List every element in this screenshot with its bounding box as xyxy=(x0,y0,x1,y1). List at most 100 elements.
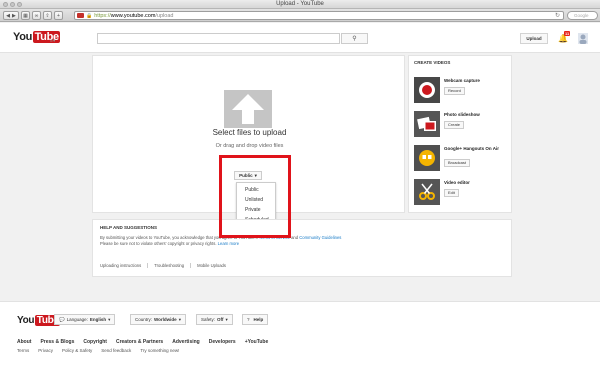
community-guidelines-link[interactable]: Community Guidelines xyxy=(299,235,341,240)
upload-arrow-icon[interactable] xyxy=(224,90,272,128)
url-host: www.youtube.com xyxy=(110,12,156,19)
reload-icon[interactable]: ↻ xyxy=(555,12,560,19)
create-item-name: Photo slideshow xyxy=(444,112,480,117)
webcam-thumbnail[interactable] xyxy=(414,77,440,103)
drag-drop-hint: Or drag and drop video files xyxy=(215,143,284,149)
chevron-down-icon: ▾ xyxy=(178,316,181,322)
footer-link-creators[interactable]: Creators & Partners xyxy=(116,339,163,345)
window-title: Upload - YouTube xyxy=(276,1,324,7)
url-path: /upload xyxy=(155,12,174,19)
help-label: Help xyxy=(253,317,264,322)
footer-link-plus-youtube[interactable]: +YouTube xyxy=(245,339,269,345)
user-avatar-icon xyxy=(578,33,588,44)
footer-link-advertising[interactable]: Advertising xyxy=(172,339,200,345)
scissors-icon xyxy=(419,183,435,200)
footer-link-privacy[interactable]: Privacy xyxy=(38,348,53,353)
search-button[interactable]: ⚲ xyxy=(341,33,368,44)
plus-icon: + xyxy=(57,12,60,19)
safety-label: Safety: xyxy=(201,317,216,322)
search-icon: ⚲ xyxy=(352,36,357,42)
sidebar-button[interactable]: ∞ xyxy=(32,11,41,20)
language-value: English xyxy=(89,317,107,322)
footer-primary-links: About Press & Blogs Copyright Creators &… xyxy=(17,339,268,345)
create-item-name: Webcam capture xyxy=(444,78,480,83)
create-button[interactable]: Create xyxy=(444,121,465,129)
language-icon: 💬 xyxy=(59,316,65,322)
help-icon: ? xyxy=(247,317,250,322)
help-text: By submitting your videos to YouTube, yo… xyxy=(100,235,500,247)
create-item-slideshow: Photo slideshow Create xyxy=(414,111,514,139)
create-item-editor: Video editor Edit xyxy=(414,179,514,207)
back-arrow-icon[interactable]: ◀ xyxy=(6,13,10,19)
back-forward-buttons[interactable]: ◀ ▶ xyxy=(3,11,19,20)
highlight-box xyxy=(219,155,291,238)
help-links: Uploading instructions Troubleshooting M… xyxy=(100,263,232,268)
help-line2: Please be sure not to violate others' co… xyxy=(100,241,217,246)
footer-link-policy[interactable]: Policy & Safety xyxy=(62,348,92,353)
add-bookmark-button[interactable]: + xyxy=(54,11,63,20)
upload-button[interactable]: Upload xyxy=(520,33,548,44)
create-videos-title: CREATE VIDEOS xyxy=(414,60,451,65)
youtube-header: You Tube ≡▾ ⚲ Upload 🔔 11 xyxy=(0,23,600,53)
forward-arrow-icon[interactable]: ▶ xyxy=(12,13,16,19)
hangouts-icon xyxy=(419,150,435,166)
footer-link-feedback[interactable]: Send feedback xyxy=(101,348,131,353)
slideshow-thumbnail[interactable] xyxy=(414,111,440,137)
learn-more-link[interactable]: Learn more xyxy=(218,241,239,246)
browser-search-field[interactable]: Google xyxy=(567,11,598,20)
youtube-favicon-icon xyxy=(77,13,84,18)
footer-link-terms[interactable]: Terms xyxy=(17,348,29,353)
country-button[interactable]: Country: Worldwide ▾ xyxy=(130,314,186,325)
record-icon xyxy=(419,82,435,98)
logo-you-text: You xyxy=(17,315,35,326)
footer-link-about[interactable]: About xyxy=(17,339,31,345)
notification-badge: 11 xyxy=(564,31,571,36)
footer-secondary-links: Terms Privacy Policy & Safety Send feedb… xyxy=(17,348,179,353)
search-input[interactable] xyxy=(97,33,340,44)
logo-tube-text: Tube xyxy=(33,31,61,43)
create-item-name: Video editor xyxy=(444,180,470,185)
create-item-webcam: Webcam capture Record xyxy=(414,77,514,105)
create-videos-panel: CREATE VIDEOS Webcam capture Record Phot… xyxy=(408,55,512,213)
share-icon: ⇧ xyxy=(45,12,50,19)
lock-icon: 🔒 xyxy=(86,12,93,19)
language-button[interactable]: 💬 Language: English ▾ xyxy=(54,314,116,325)
chevron-down-icon: ▾ xyxy=(225,316,228,322)
top-sites-button[interactable]: ▦ xyxy=(21,11,30,20)
record-button[interactable]: Record xyxy=(444,87,465,95)
help-and: and xyxy=(291,235,299,240)
browser-toolbar: ◀ ▶ ▦ ∞ ⇧ + 🔒 https:// www.youtube.com /u… xyxy=(0,9,600,22)
share-button[interactable]: ⇧ xyxy=(43,11,52,20)
broadcast-button[interactable]: Broadcast xyxy=(444,159,471,167)
help-button[interactable]: ? Help xyxy=(242,314,269,325)
safety-value: Off xyxy=(217,317,224,322)
footer-link-press[interactable]: Press & Blogs xyxy=(40,339,74,345)
hangouts-thumbnail[interactable] xyxy=(414,145,440,171)
editor-thumbnail[interactable] xyxy=(414,179,440,205)
safety-button[interactable]: Safety: Off ▾ xyxy=(196,314,233,325)
mobile-uploads-link[interactable]: Mobile Uploads xyxy=(190,263,232,268)
avatar[interactable] xyxy=(578,33,588,44)
create-item-hangouts: Google+ Hangouts On Air Broadcast xyxy=(414,145,514,173)
help-title: HELP AND SUGGESTIONS xyxy=(100,225,158,230)
create-item-name: Google+ Hangouts On Air xyxy=(444,146,499,151)
select-files-label[interactable]: Select files to upload xyxy=(93,128,406,137)
edit-button[interactable]: Edit xyxy=(444,189,459,197)
footer-link-developers[interactable]: Developers xyxy=(209,339,236,345)
guide-menu-icon[interactable]: ≡▾ xyxy=(50,38,55,44)
url-scheme: https xyxy=(94,12,107,19)
troubleshooting-link[interactable]: Troubleshooting xyxy=(147,263,190,268)
page-footer: You Tube 💬 Language: English ▾ Country: Wor… xyxy=(0,301,600,366)
country-value: Worldwide xyxy=(154,317,177,322)
reading-list-icon: ∞ xyxy=(34,12,39,19)
grid-icon: ▦ xyxy=(23,12,28,19)
uploading-instructions-link[interactable]: Uploading instructions xyxy=(100,263,147,268)
country-label: Country: xyxy=(135,317,153,322)
language-label: Language: xyxy=(66,317,88,322)
footer-link-try-new[interactable]: Try something new! xyxy=(140,348,179,353)
chevron-down-icon: ▾ xyxy=(108,316,111,322)
window-titlebar: Upload - YouTube xyxy=(0,0,600,9)
help-panel: HELP AND SUGGESTIONS By submitting your … xyxy=(92,219,512,277)
address-bar[interactable]: 🔒 https:// www.youtube.com /upload ↻ xyxy=(74,11,564,20)
footer-link-copyright[interactable]: Copyright xyxy=(83,339,107,345)
